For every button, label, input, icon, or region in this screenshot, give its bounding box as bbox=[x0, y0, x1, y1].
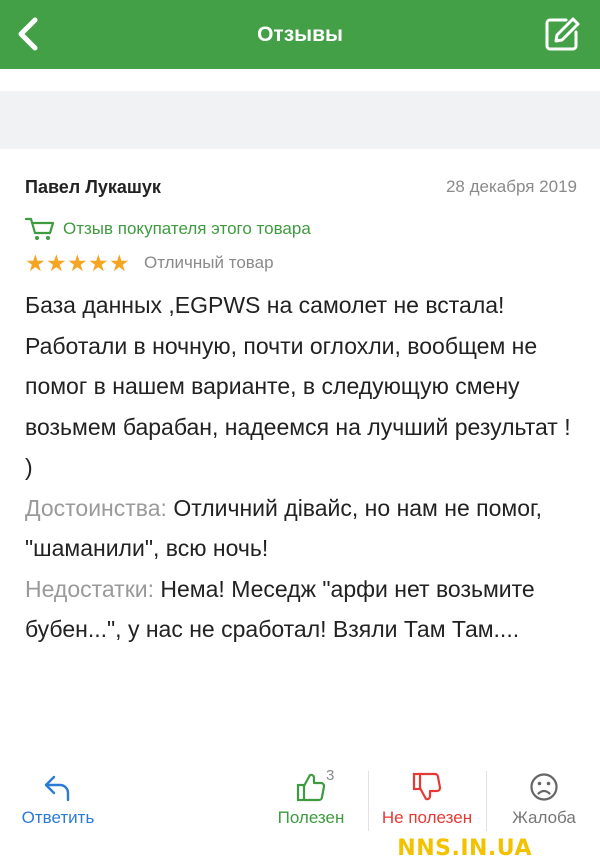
watermark: NNS.IN.UA bbox=[397, 836, 532, 861]
complaint-button[interactable]: Жалоба bbox=[496, 771, 592, 835]
cart-icon bbox=[25, 217, 55, 240]
complaint-label: Жалоба bbox=[512, 808, 576, 827]
not-useful-button[interactable]: Не полезен bbox=[370, 771, 484, 835]
app-header: Отзывы bbox=[0, 0, 600, 69]
useful-button[interactable]: 3 Полезен bbox=[264, 767, 358, 835]
rating-label: Отличный товар bbox=[144, 253, 274, 272]
useful-label: Полезен bbox=[277, 808, 345, 827]
buyer-badge: Отзыв покупателя этого товара bbox=[25, 216, 311, 242]
review-date: 28 декабря 2019 bbox=[445, 177, 577, 196]
review-pros: Достоинства: Отличний дівайс, но нам не … bbox=[25, 488, 580, 569]
thumbs-down-icon bbox=[412, 772, 442, 801]
star-icon: ★ bbox=[25, 249, 46, 276]
divider bbox=[368, 771, 369, 831]
star-icon: ★ bbox=[46, 249, 67, 276]
review-author: Павел Лукашук bbox=[25, 177, 161, 197]
separator-band bbox=[0, 91, 600, 149]
review-body: База данных ,EGPWS на самолет не встала!… bbox=[25, 292, 571, 480]
page-title: Отзывы bbox=[257, 23, 343, 46]
rating-stars: ★ ★ ★ ★ ★ bbox=[25, 249, 130, 276]
reply-icon bbox=[44, 775, 70, 802]
cons-label: Недостатки: bbox=[25, 575, 155, 602]
rating: ★ ★ ★ ★ ★ Отличный товар bbox=[25, 250, 274, 276]
review-actions: Ответить 3 Полезен Не полезен Жалоба bbox=[0, 767, 600, 835]
thumbs-up-icon bbox=[296, 773, 326, 802]
reply-button[interactable]: Ответить bbox=[14, 771, 102, 835]
buyer-badge-text: Отзыв покупателя этого товара bbox=[63, 219, 311, 238]
not-useful-label: Не полезен bbox=[381, 808, 473, 827]
star-icon: ★ bbox=[109, 249, 130, 276]
star-icon: ★ bbox=[88, 249, 109, 276]
reply-label: Ответить bbox=[21, 808, 95, 827]
star-icon: ★ bbox=[67, 249, 88, 276]
review-text: База данных ,EGPWS на самолет не встала!… bbox=[25, 285, 580, 650]
write-review-button[interactable] bbox=[542, 14, 582, 54]
chevron-left-icon bbox=[18, 17, 38, 51]
sad-face-icon bbox=[530, 773, 558, 801]
pros-label: Достоинства: bbox=[25, 494, 167, 521]
divider bbox=[486, 771, 487, 831]
review-card: Павел Лукашук 28 декабря 2019 Отзыв поку… bbox=[0, 150, 600, 760]
edit-icon bbox=[545, 17, 580, 51]
review-cons: Недостатки: Нема! Меседж "арфи нет возьм… bbox=[25, 569, 580, 650]
useful-count: 3 bbox=[326, 767, 335, 784]
back-button[interactable] bbox=[8, 10, 48, 58]
